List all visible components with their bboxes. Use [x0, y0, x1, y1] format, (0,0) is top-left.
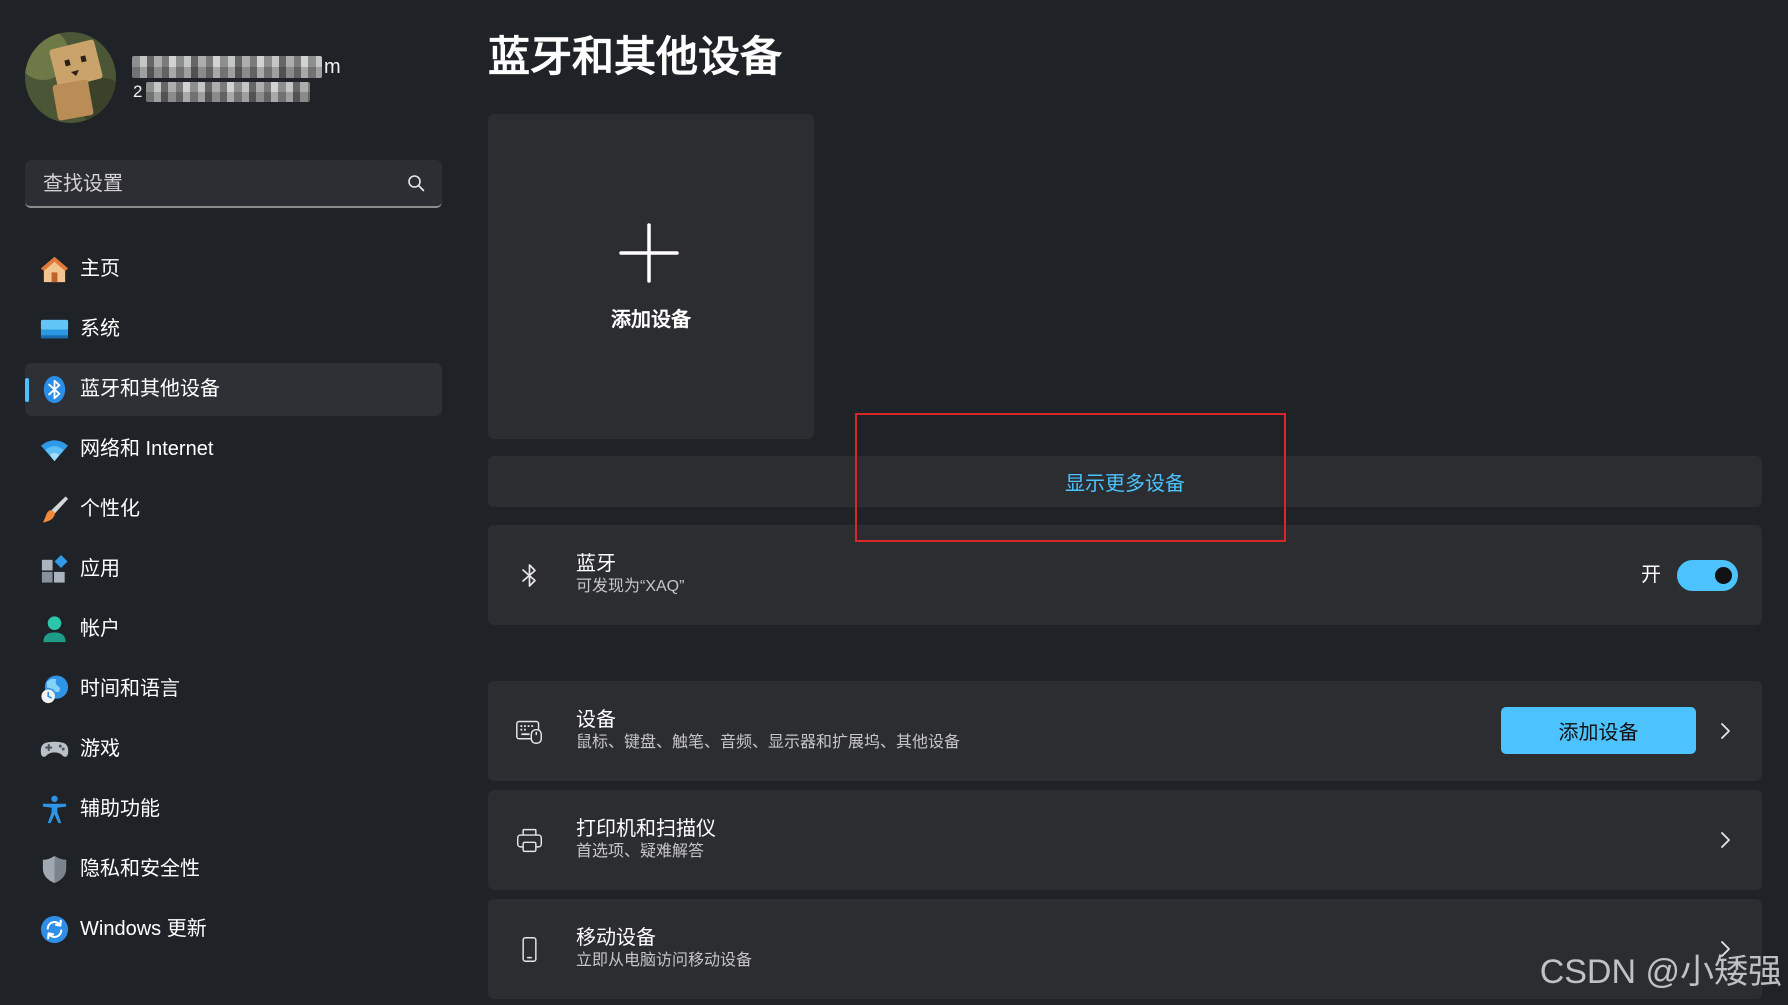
sidebar-item-label: 应用 [80, 558, 120, 580]
sidebar-item-label: 主页 [80, 258, 120, 280]
brush-icon [39, 494, 70, 525]
sidebar-item-label: 蓝牙和其他设备 [80, 378, 220, 400]
plus-icon [619, 223, 679, 283]
bluetooth-outline-icon [515, 561, 544, 590]
bluetooth-subtitle: 可发现为“XAQ” [576, 578, 685, 595]
page-title: 蓝牙和其他设备 [488, 33, 783, 80]
devices-card[interactable]: 设备 鼠标、键盘、触笔、音频、显示器和扩展坞、其他设备 添加设备 [488, 681, 1762, 781]
sidebar-item-label: 个性化 [80, 498, 140, 520]
mobile-title: 移动设备 [576, 927, 656, 949]
bluetooth-state-label: 开 [1641, 564, 1661, 586]
toggle-knob [1715, 567, 1732, 584]
sidebar-item-privacy-security[interactable]: 隐私和安全性 [25, 843, 442, 896]
devices-text: 设备 鼠标、键盘、触笔、音频、显示器和扩展坞、其他设备 [576, 708, 960, 754]
apps-icon [39, 554, 70, 585]
accessibility-icon [39, 794, 70, 825]
printers-subtitle: 首选项、疑难解答 [576, 843, 705, 860]
add-device-button[interactable]: 添加设备 [1501, 707, 1696, 754]
sidebar-item-label: Windows 更新 [80, 918, 207, 940]
sidebar-item-network[interactable]: 网络和 Internet [25, 423, 442, 476]
sidebar-item-label: 系统 [80, 318, 120, 340]
sidebar-item-windows-update[interactable]: Windows 更新 [25, 903, 442, 956]
bluetooth-card: 蓝牙 可发现为“XAQ” 开 [488, 525, 1762, 625]
bluetooth-title: 蓝牙 [576, 553, 616, 575]
system-monitor-icon [39, 314, 70, 345]
user-avatar[interactable] [25, 32, 116, 123]
add-device-tile-label: 添加设备 [611, 309, 691, 331]
search-icon[interactable] [407, 174, 425, 192]
bluetooth-text: 蓝牙 可发现为“XAQ” [576, 552, 684, 598]
devices-subtitle: 鼠标、键盘、触笔、音频、显示器和扩展坞、其他设备 [576, 734, 961, 751]
sidebar-item-label: 时间和语言 [80, 678, 180, 700]
sidebar-item-home[interactable]: 主页 [25, 243, 442, 296]
sidebar-item-label: 帐户 [80, 618, 120, 640]
printers-scanners-card[interactable]: 打印机和扫描仪 首选项、疑难解答 [488, 790, 1762, 890]
chevron-right-icon [1719, 721, 1731, 741]
sidebar-item-gaming[interactable]: 游戏 [25, 723, 442, 776]
sidebar-item-time-language[interactable]: 时间和语言 [25, 663, 442, 716]
devices-title: 设备 [576, 709, 616, 731]
printers-title: 打印机和扫描仪 [576, 818, 716, 840]
keyboard-mouse-icon [515, 717, 544, 746]
username-visible-fragment: m [324, 56, 341, 78]
sidebar-item-bluetooth-devices[interactable]: 蓝牙和其他设备 [25, 363, 442, 416]
shield-icon [39, 854, 70, 885]
sidebar-item-accessibility[interactable]: 辅助功能 [25, 783, 442, 836]
time-language-icon [39, 674, 70, 705]
show-more-devices-button[interactable]: 显示更多设备 [488, 456, 1762, 507]
selection-indicator [25, 378, 29, 402]
sidebar-item-label: 辅助功能 [80, 798, 160, 820]
sidebar-item-apps[interactable]: 应用 [25, 543, 442, 596]
search-box [25, 160, 442, 208]
username-redacted-mosaic [132, 56, 322, 78]
printer-icon [515, 826, 544, 855]
settings-sidebar: m 2 主页 系统 蓝牙和其他设备 [0, 0, 460, 1005]
mobile-devices-card[interactable]: 移动设备 立即从电脑访问移动设备 [488, 899, 1762, 999]
wifi-icon [39, 434, 70, 465]
email-visible-fragment: 2 [133, 82, 143, 101]
chevron-right-icon [1719, 830, 1731, 850]
mobile-subtitle: 立即从电脑访问移动设备 [576, 952, 753, 969]
search-input[interactable] [41, 160, 395, 208]
phone-icon [515, 935, 544, 964]
home-icon [39, 254, 70, 285]
email-redacted-mosaic [146, 82, 310, 102]
sidebar-item-system[interactable]: 系统 [25, 303, 442, 356]
show-more-devices-label: 显示更多设备 [1065, 473, 1185, 495]
sidebar-item-label: 游戏 [80, 738, 120, 760]
bluetooth-icon [39, 374, 70, 405]
account-icon [39, 614, 70, 645]
sidebar-nav: 主页 系统 蓝牙和其他设备 网络和 Internet 个性化 应用 帐户 时间和… [25, 243, 442, 963]
gaming-controller-icon [39, 734, 70, 765]
sidebar-item-label: 网络和 Internet [80, 438, 214, 460]
sidebar-item-label: 隐私和安全性 [80, 858, 200, 880]
add-device-tile[interactable]: 添加设备 [488, 114, 814, 439]
windows-update-icon [39, 914, 70, 945]
sidebar-item-accounts[interactable]: 帐户 [25, 603, 442, 656]
printers-text: 打印机和扫描仪 首选项、疑难解答 [576, 817, 716, 863]
chevron-right-icon [1719, 939, 1731, 959]
sidebar-item-personalization[interactable]: 个性化 [25, 483, 442, 536]
mobile-text: 移动设备 立即从电脑访问移动设备 [576, 926, 752, 972]
bluetooth-toggle[interactable] [1677, 560, 1738, 591]
